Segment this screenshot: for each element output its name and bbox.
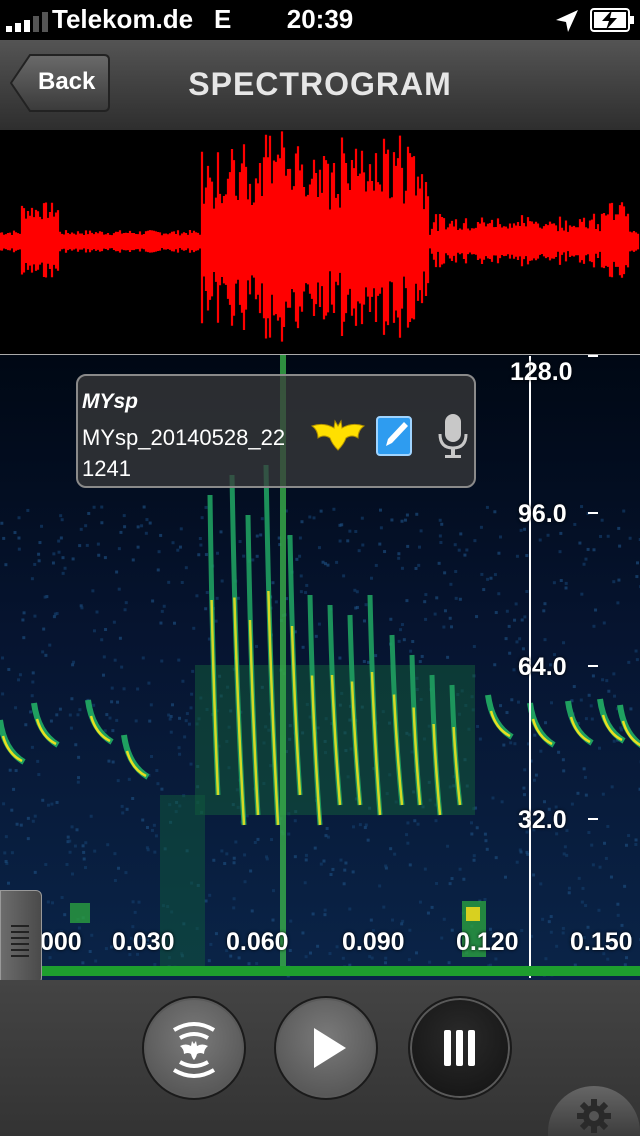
- gear-icon: [577, 1099, 611, 1133]
- location-icon: [556, 10, 578, 32]
- recording-info-card: MYsp MYsp_20140528_221241: [76, 374, 476, 488]
- frequency-tick-label: 64.0: [518, 653, 567, 681]
- axis-tick: [588, 355, 598, 357]
- time-tick-label: 0.060: [226, 928, 289, 956]
- waveform-view[interactable]: [0, 130, 640, 354]
- status-bar: Telekom.de E 20:39: [0, 0, 640, 40]
- time-tick-label: 0.030: [112, 928, 175, 956]
- species-label: MYsp: [82, 390, 139, 413]
- timeline-bar[interactable]: [38, 966, 640, 976]
- bars-icon: [444, 1030, 475, 1066]
- bottom-toolbar: [0, 980, 640, 1136]
- microphone-icon[interactable]: [436, 412, 470, 460]
- scroll-handle[interactable]: [0, 890, 42, 984]
- clock: 20:39: [286, 4, 354, 34]
- bat-icon[interactable]: [310, 418, 366, 454]
- settings-button[interactable]: [548, 1086, 640, 1136]
- battery-charging-icon: [590, 8, 634, 32]
- frequency-tick-label: 96.0: [518, 500, 567, 528]
- menu-button[interactable]: [408, 996, 512, 1100]
- bat-detect-button[interactable]: [142, 996, 246, 1100]
- time-tick-label: 000: [40, 928, 82, 956]
- edit-icon[interactable]: [376, 414, 414, 456]
- navigation-bar: Back SPECTROGRAM: [0, 40, 640, 131]
- time-tick-label: 0.120: [456, 928, 519, 956]
- axis-tick: [588, 665, 598, 667]
- time-tick-label: 0.090: [342, 928, 405, 956]
- frequency-tick-label: 32.0: [518, 806, 567, 834]
- time-tick-label: 0.150: [570, 928, 633, 956]
- axis-tick: [588, 512, 598, 514]
- bat-signal-icon: [172, 1022, 216, 1078]
- axis-tick: [588, 818, 598, 820]
- play-icon: [314, 1028, 346, 1068]
- recording-file-name: MYsp_20140528_221241: [82, 425, 286, 481]
- page-title: SPECTROGRAM: [188, 66, 452, 102]
- play-button[interactable]: [274, 996, 378, 1100]
- waveform-trace: [0, 131, 640, 342]
- frequency-tick-label: 128.0: [510, 358, 573, 386]
